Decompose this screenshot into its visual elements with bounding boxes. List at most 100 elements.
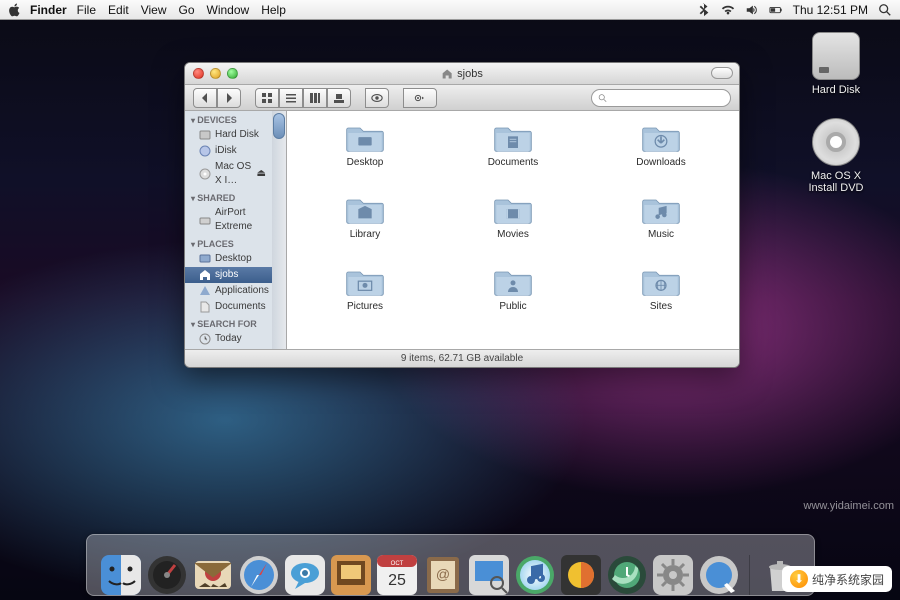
preview-icon — [469, 555, 509, 595]
dock-separator — [749, 555, 750, 595]
folder-music[interactable]: Music — [641, 195, 681, 263]
battery-icon[interactable] — [769, 3, 783, 17]
sidebar-desktop[interactable]: Desktop — [185, 251, 286, 267]
sidebar-idisk[interactable]: iDisk — [185, 143, 286, 159]
dock-ical[interactable]: OCT25 — [377, 555, 417, 595]
folder-sites[interactable]: Sites — [641, 267, 681, 335]
folder-label: Desktop — [347, 157, 384, 168]
dock-quicktime[interactable] — [699, 555, 739, 595]
dock-photo-booth[interactable] — [331, 555, 371, 595]
scrollbar-thumb[interactable] — [273, 113, 285, 139]
photo-booth-icon — [331, 555, 371, 595]
folder-label: Downloads — [636, 157, 685, 168]
idisk-icon — [199, 145, 211, 157]
sidebar-scrollbar[interactable] — [272, 111, 286, 349]
toolbar-toggle-button[interactable] — [711, 67, 733, 79]
time-machine-icon — [607, 555, 647, 595]
dock-preview[interactable] — [469, 555, 509, 595]
sidebar-airport[interactable]: AirPort Extreme — [185, 205, 286, 235]
folder-label: Public — [499, 301, 526, 312]
folder-pictures[interactable]: Pictures — [345, 267, 385, 335]
volume-icon[interactable] — [745, 3, 759, 17]
sidebar-section-search[interactable]: SEARCH FOR — [185, 315, 286, 331]
toolbar — [185, 85, 739, 111]
applications-icon — [199, 285, 211, 297]
svg-text:25: 25 — [388, 572, 406, 589]
apple-menu-icon[interactable] — [8, 3, 22, 17]
desktop-hard-disk[interactable]: Hard Disk — [796, 32, 876, 96]
minimize-button[interactable] — [210, 68, 221, 79]
dock-time-machine[interactable] — [607, 555, 647, 595]
sidebar-home[interactable]: sjobs — [185, 267, 286, 283]
sidebar-documents[interactable]: Documents — [185, 299, 286, 315]
dock-dashboard[interactable] — [147, 555, 187, 595]
back-button[interactable] — [193, 88, 217, 108]
folder-label: Music — [648, 229, 674, 240]
folder-icon — [345, 267, 385, 297]
folder-icon — [345, 123, 385, 153]
folder-library[interactable]: Library — [345, 195, 385, 263]
active-app-name[interactable]: Finder — [30, 3, 67, 17]
folder-downloads[interactable]: Downloads — [636, 123, 685, 191]
menu-file[interactable]: File — [77, 3, 96, 17]
search-input[interactable] — [611, 92, 724, 104]
sidebar-today[interactable]: Today — [185, 331, 286, 347]
menu-window[interactable]: Window — [207, 3, 250, 17]
wifi-icon[interactable] — [721, 3, 735, 17]
coverflow-view-button[interactable] — [327, 88, 351, 108]
mail-icon — [193, 555, 233, 595]
ical-icon: OCT25 — [377, 555, 417, 595]
quicklook-button[interactable] — [365, 88, 389, 108]
menu-go[interactable]: Go — [179, 3, 195, 17]
sidebar-install-dvd[interactable]: Mac OS X I…⏏ — [185, 159, 286, 189]
sidebar-section-places[interactable]: PLACES — [185, 235, 286, 251]
folder-public[interactable]: Public — [493, 267, 533, 335]
dock-finder[interactable] — [101, 555, 141, 595]
menu-edit[interactable]: Edit — [108, 3, 129, 17]
dock-system-preferences[interactable] — [653, 555, 693, 595]
search-field[interactable] — [591, 89, 731, 107]
view-switcher — [255, 88, 351, 108]
folder-documents[interactable]: Documents — [488, 123, 539, 191]
dock-ichat[interactable] — [285, 555, 325, 595]
bluetooth-icon[interactable] — [697, 3, 711, 17]
sidebar-hard-disk[interactable]: Hard Disk — [185, 127, 286, 143]
action-button[interactable] — [403, 88, 437, 108]
iphoto-icon — [561, 555, 601, 595]
dock-safari[interactable] — [239, 555, 279, 595]
home-icon — [441, 68, 453, 80]
sidebar-section-shared[interactable]: SHARED — [185, 189, 286, 205]
folder-label: Library — [350, 229, 381, 240]
menu-view[interactable]: View — [141, 3, 167, 17]
sidebar-section-devices[interactable]: DEVICES — [185, 111, 286, 127]
watermark-badge: ⬇纯净系统家园 — [782, 566, 892, 592]
sidebar-applications[interactable]: Applications — [185, 283, 286, 299]
column-view-button[interactable] — [303, 88, 327, 108]
dock-address-book[interactable]: @ — [423, 555, 463, 595]
eject-icon[interactable]: ⏏ — [257, 167, 266, 181]
icon-view[interactable]: Desktop Documents Downloads Library Movies Mu… — [287, 111, 739, 349]
folder-movies[interactable]: Movies — [493, 195, 533, 263]
folder-desktop[interactable]: Desktop — [345, 123, 385, 191]
desktop-install-dvd[interactable]: Mac OS X Install DVD — [796, 118, 876, 194]
dashboard-icon — [147, 555, 187, 595]
folder-icon — [345, 195, 385, 225]
titlebar[interactable]: sjobs — [185, 63, 739, 85]
dvd-icon — [199, 168, 211, 180]
list-view-button[interactable] — [279, 88, 303, 108]
spotlight-icon[interactable] — [878, 3, 892, 17]
zoom-button[interactable] — [227, 68, 238, 79]
menubar-clock[interactable]: Thu 12:51 PM — [793, 3, 868, 17]
dock-mail[interactable] — [193, 555, 233, 595]
forward-button[interactable] — [217, 88, 241, 108]
action-segment — [403, 88, 437, 108]
dock-iphoto[interactable] — [561, 555, 601, 595]
folder-label: Sites — [650, 301, 672, 312]
dock-itunes[interactable] — [515, 555, 555, 595]
icon-view-button[interactable] — [255, 88, 279, 108]
close-button[interactable] — [193, 68, 204, 79]
finder-icon — [101, 555, 141, 595]
sidebar-yesterday[interactable]: Yesterday — [185, 347, 286, 349]
dvd-icon — [812, 118, 860, 166]
menu-help[interactable]: Help — [261, 3, 286, 17]
